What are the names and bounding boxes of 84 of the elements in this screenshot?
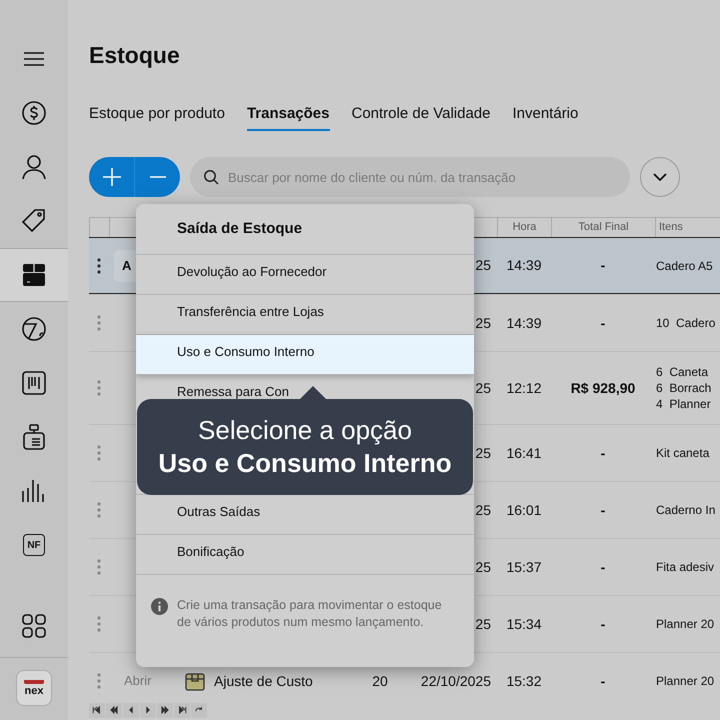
tab[interactable]: Estoque por produto — [89, 102, 225, 131]
first-page-icon — [92, 705, 102, 715]
last-page-icon — [177, 705, 187, 715]
pager-button[interactable] — [123, 702, 139, 718]
total-cell: - — [600, 558, 606, 574]
tab[interactable]: Transações — [246, 102, 330, 131]
menu-icon — [24, 52, 44, 66]
fast-forward-icon — [160, 705, 170, 715]
item-text: Cadero A5 — [656, 258, 714, 274]
time-cell: 15:37 — [506, 558, 542, 574]
menu-item[interactable]: Bonificação — [136, 535, 474, 575]
open-button[interactable]: A — [114, 250, 136, 282]
app-logo[interactable]: nex — [16, 670, 52, 706]
apps-icon — [22, 614, 46, 638]
sidebar-item[interactable] — [0, 248, 68, 302]
info-icon — [151, 598, 168, 615]
type-cell-text: Ajuste de Custo — [214, 672, 313, 691]
kebab-menu-icon[interactable] — [97, 258, 101, 274]
item-text: 6 Borrach — [656, 380, 712, 396]
user-icon — [22, 154, 46, 180]
menu-item[interactable]: Uso e Consumo Interno — [136, 335, 474, 375]
total-cell: - — [600, 444, 606, 460]
item-text: Planner 20 — [656, 616, 716, 632]
time-cell: 12:12 — [506, 380, 542, 396]
pager-button[interactable] — [191, 702, 207, 718]
item-text: 6 Caneta — [656, 364, 710, 380]
barcode-icon — [22, 371, 46, 395]
page-title: Estoque — [89, 41, 181, 70]
total-cell: - — [600, 314, 606, 330]
bar-chart-icon — [21, 479, 47, 503]
menu-title: Saída de Estoque — [136, 204, 474, 255]
item-text: Caderno In — [656, 502, 716, 518]
sidebar-item[interactable]: NF — [0, 518, 68, 572]
date-cell: 22/10/2025 — [420, 672, 491, 688]
column-header: Itens — [659, 220, 683, 236]
item-text: Kit caneta — [656, 445, 710, 461]
search-icon — [203, 169, 219, 185]
search-field[interactable]: Buscar por nome do cliente ou núm. da transação — [190, 157, 630, 197]
item-text: 10 Cadero — [656, 315, 716, 331]
dollar-icon — [22, 101, 46, 125]
date-cell: 25 — [475, 314, 491, 330]
total-cell: R$ 928,90 — [570, 380, 636, 396]
minus-icon — [150, 176, 166, 178]
column-header: Total Final — [578, 220, 629, 236]
tab[interactable]: Inventário — [512, 102, 578, 131]
pager-button[interactable] — [157, 702, 173, 718]
total-cell: - — [600, 672, 606, 688]
date-cell: 25 — [475, 502, 491, 518]
plus-icon — [102, 167, 122, 187]
cash-register-icon — [23, 424, 45, 450]
pager-button[interactable] — [106, 702, 122, 718]
time-cell: 14:39 — [506, 257, 542, 273]
total-cell: - — [600, 502, 606, 518]
tooltip-text: Selecione a opção — [198, 414, 412, 447]
time-cell: 14:39 — [506, 314, 542, 330]
box-icon — [185, 671, 205, 691]
item-text: 4 Planner — [656, 396, 712, 412]
time-cell: 16:01 — [506, 502, 542, 518]
pie-chart-icon — [21, 316, 47, 342]
menu-item[interactable]: Devolução ao Fornecedor — [136, 255, 474, 295]
column-header: Hora — [512, 220, 536, 236]
time-cell: 16:41 — [506, 444, 542, 460]
tab[interactable]: Controle de Validade — [352, 102, 490, 131]
tag-icon — [21, 208, 47, 234]
time-cell: 15:32 — [506, 672, 542, 688]
item-text: Planner 20 — [656, 673, 716, 689]
pager-button[interactable] — [89, 702, 105, 718]
date-cell: 25 — [475, 558, 491, 574]
item-text: Fita adesiv — [656, 559, 716, 575]
rewind-icon — [109, 705, 119, 715]
total-cell: - — [600, 616, 606, 632]
date-cell: 25 — [475, 257, 491, 273]
chevron-down-icon — [653, 173, 667, 181]
tooltip-highlight: Uso e Consumo Interno — [158, 447, 452, 480]
date-cell: 25 — [475, 380, 491, 396]
pager-button[interactable] — [140, 702, 156, 718]
time-cell: 15:34 — [506, 616, 542, 632]
date-cell: 25 — [475, 616, 491, 632]
info-note: Crie uma transação para movimentar o estoque de vários produtos num mesmo lançamento. — [177, 597, 443, 631]
box-icon — [22, 263, 46, 287]
date-cell: 25 — [475, 444, 491, 460]
total-cell: - — [600, 257, 606, 273]
table-cell: 20 — [372, 672, 388, 688]
pager-button[interactable] — [174, 702, 190, 718]
